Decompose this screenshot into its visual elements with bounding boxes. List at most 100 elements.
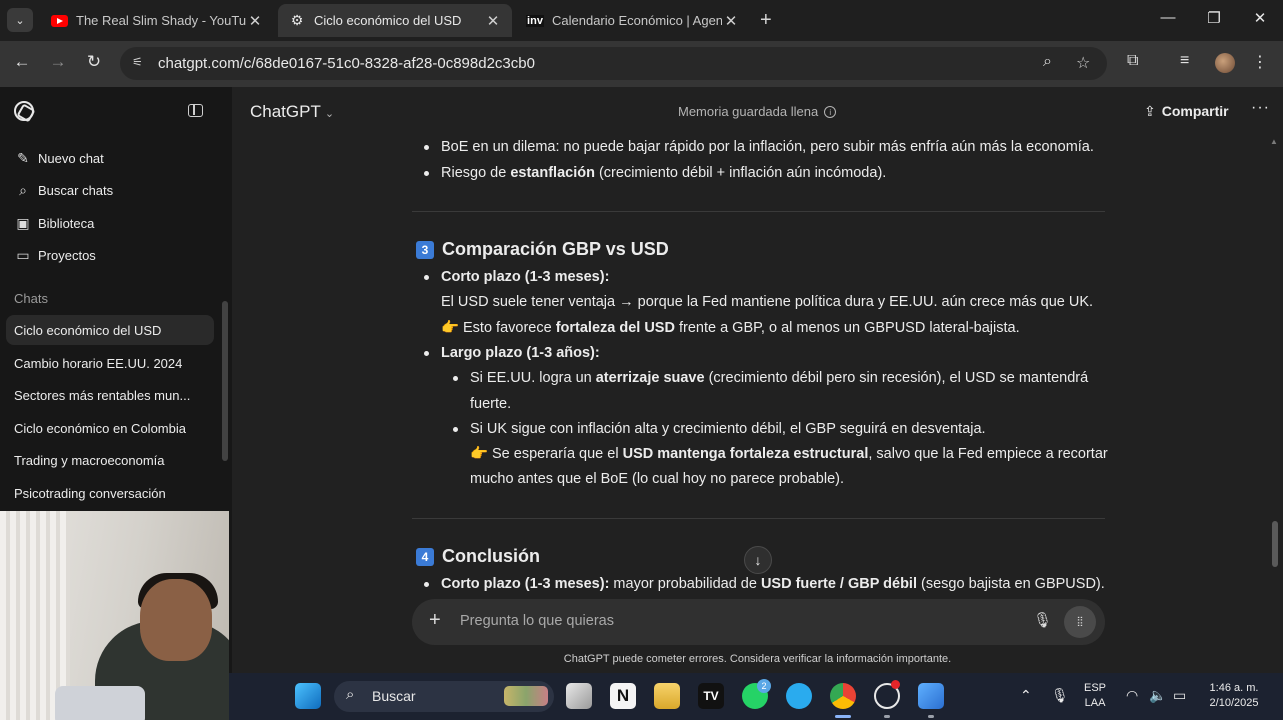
windows-start-icon[interactable] [295,683,321,709]
close-tab-icon[interactable]: ✕ [246,12,264,30]
search-icon: ⌕ [19,181,27,198]
forward-icon[interactable]: → [46,52,70,72]
sidebar-item-buscar-chats[interactable]: ⌕ Buscar chats [14,179,113,201]
profile-avatar[interactable] [1215,53,1235,73]
chevron-up-icon[interactable]: ⌃ [1020,687,1032,704]
tab-title: Calendario Económico | Agenda [552,13,722,28]
scroll-up-arrow-icon[interactable]: ▲ [1270,137,1278,146]
tab-title: Ciclo económico del USD [314,13,462,28]
sub-list-item: Si EE.UU. logra un aterrizaje suave (cre… [452,366,1088,392]
list-item: Riesgo de estanflación (crecimiento débi… [423,161,886,187]
chat-item[interactable]: Psicotrading conversación [6,478,214,508]
paragraph-line: El USD suele tener ventaja → porque la F… [441,294,1094,310]
browser-tab-strip: ⌄ The Real Slim Shady - YouTube ✕ ⚙ Cicl… [0,0,1283,41]
restore-icon[interactable]: ❐ [1199,9,1229,27]
close-tab-icon[interactable]: ✕ [484,12,502,30]
tab-chatgpt[interactable]: ⚙ Ciclo económico del USD ✕ [278,4,512,37]
volume-icon[interactable]: 🔈 [1149,687,1166,704]
list-item: BoE en un dilema: no puede bajar rápido … [424,135,1094,161]
pointing-hand-icon: 👉 [470,446,489,462]
reload-icon[interactable]: ↻ [82,52,106,72]
photos-icon[interactable] [918,683,944,709]
investing-icon: inv [526,14,544,27]
close-window-icon[interactable]: ✕ [1245,9,1275,27]
site-info-icon[interactable]: ⚟ [132,55,148,71]
divider [412,211,1105,212]
sidebar-item-nuevo-chat[interactable]: ✎ Nuevo chat [14,147,104,169]
close-tab-icon[interactable]: ✕ [722,12,740,30]
chat-item[interactable]: Ciclo económico en Colombia [6,413,214,443]
running-app-indicator [884,715,890,718]
section-heading: 3 Comparación GBP vs USD [416,237,669,263]
pointing-hand-icon: 👉 [441,320,460,336]
sidebar-item-biblioteca[interactable]: ▣ Biblioteca [14,212,94,234]
telegram-icon[interactable] [786,683,812,709]
chrome-icon[interactable] [830,683,856,709]
add-attachment-icon[interactable]: + [429,609,441,632]
assistant-message: BoE en un dilema: no puede bajar rápido … [232,87,1283,673]
taskbar-search[interactable]: ⌕ Buscar [334,681,554,712]
list-item: Largo plazo (1-3 años): [424,341,600,367]
divider [412,518,1105,519]
sidebar-item-proyectos[interactable]: ▭ Proyectos [14,244,96,266]
sidebar-item-label: Proyectos [38,247,96,263]
chat-item[interactable]: Trading y macroeconomía [6,445,214,475]
notification-dot-icon [891,680,900,689]
chatgpt-logo-icon[interactable] [14,101,34,121]
paragraph-line: 👉 Se esperaría que el USD mantenga fortal… [470,442,1108,468]
microphone-tray-icon[interactable]: 🎙 [1051,687,1069,704]
language-indicator[interactable]: ESP LAA [1084,681,1106,711]
keycap-4-icon: 4 [416,547,434,566]
wifi-icon[interactable]: ◠ [1126,687,1138,704]
whatsapp-badge: 2 [757,679,771,693]
sub-list-item: Si UK sigue con inflación alta y crecimi… [453,417,986,443]
extensions-icon[interactable]: ⧉ [1127,52,1138,70]
task-view-icon[interactable] [566,683,592,709]
chat-item[interactable]: Sectores más rentables mun... [6,380,214,410]
section-heading: 4 Conclusión [416,544,540,570]
disclaimer-text: ChatGPT puede cometer errores. Considera… [563,653,952,665]
list-item: Corto plazo (1-3 meses): [423,265,609,291]
tab-title: The Real Slim Shady - YouTube [76,13,246,28]
bookmark-star-icon[interactable]: ☆ [1076,53,1090,73]
webcam-overlay [0,511,229,720]
list-item: Corto plazo (1-3 meses): mayor probabili… [424,572,1105,598]
zoom-icon[interactable]: ⌕ [1043,53,1052,71]
search-icon: ⌕ [346,686,355,703]
keycap-3-icon: 3 [416,240,434,259]
sidebar-toggle-icon[interactable] [188,104,203,117]
chat-item[interactable]: Ciclo económico del USD [6,315,214,345]
main-panel: ChatGPT ⌄ Memoria guardada llena i ⇪ Compar… [232,87,1283,673]
paragraph-line: mucho antes que el BoE (lo cual hoy no p… [470,471,845,487]
tab-calendario[interactable]: inv Calendario Económico | Agenda ✕ [516,4,750,37]
minimize-icon[interactable]: — [1153,9,1183,26]
browser-menu-icon[interactable]: ⋮ [1252,52,1268,72]
tab-search-button[interactable]: ⌄ [7,8,33,32]
paragraph-line: fuerte. [470,396,512,412]
folder-icon: ▭ [16,246,30,263]
chat-composer[interactable]: + Pregunta lo que quieras 🎙 ⦙⦙ [412,599,1105,645]
tab-youtube[interactable]: The Real Slim Shady - YouTube ✕ [40,4,274,37]
battery-icon[interactable]: ▭ [1173,687,1186,704]
scroll-to-bottom-button[interactable]: ↓ [744,546,772,574]
main-scrollbar[interactable] [1272,521,1278,567]
media-controls-icon[interactable]: ≡ [1180,52,1189,70]
microphone-icon[interactable]: 🎙 [1033,611,1052,629]
tradingview-icon[interactable]: TV [698,683,724,709]
browser-toolbar: ← → ↻ ⚟ chatgpt.com/c/68de0167-51c0-8328… [0,41,1283,87]
sidebar-scrollbar[interactable] [222,301,228,461]
new-tab-button[interactable]: + [760,9,772,32]
address-bar[interactable]: ⚟ chatgpt.com/c/68de0167-51c0-8328-af28-… [120,47,1107,80]
sidebar-item-label: Biblioteca [38,215,95,231]
windows-taskbar: ⌕ Buscar N TV 2 ⌃ 🎙 ESP LAA ◠ 🔈 ▭ 1:46 a… [229,673,1283,720]
paragraph-line: 👉 Esto favorece fortaleza del USD frente … [441,316,1020,342]
prompt-input[interactable]: Pregunta lo que quieras [460,613,614,629]
voice-mode-button[interactable]: ⦙⦙ [1064,606,1096,638]
notion-icon[interactable]: N [610,683,636,709]
file-explorer-icon[interactable] [654,683,680,709]
url-text[interactable]: chatgpt.com/c/68de0167-51c0-8328-af28-0c… [158,55,535,72]
chat-item[interactable]: Cambio horario EE.UU. 2024 [6,348,214,378]
back-icon[interactable]: ← [10,52,34,72]
new-chat-icon: ✎ [17,149,29,166]
clock[interactable]: 1:46 a. m. 2/10/2025 [1203,681,1265,711]
